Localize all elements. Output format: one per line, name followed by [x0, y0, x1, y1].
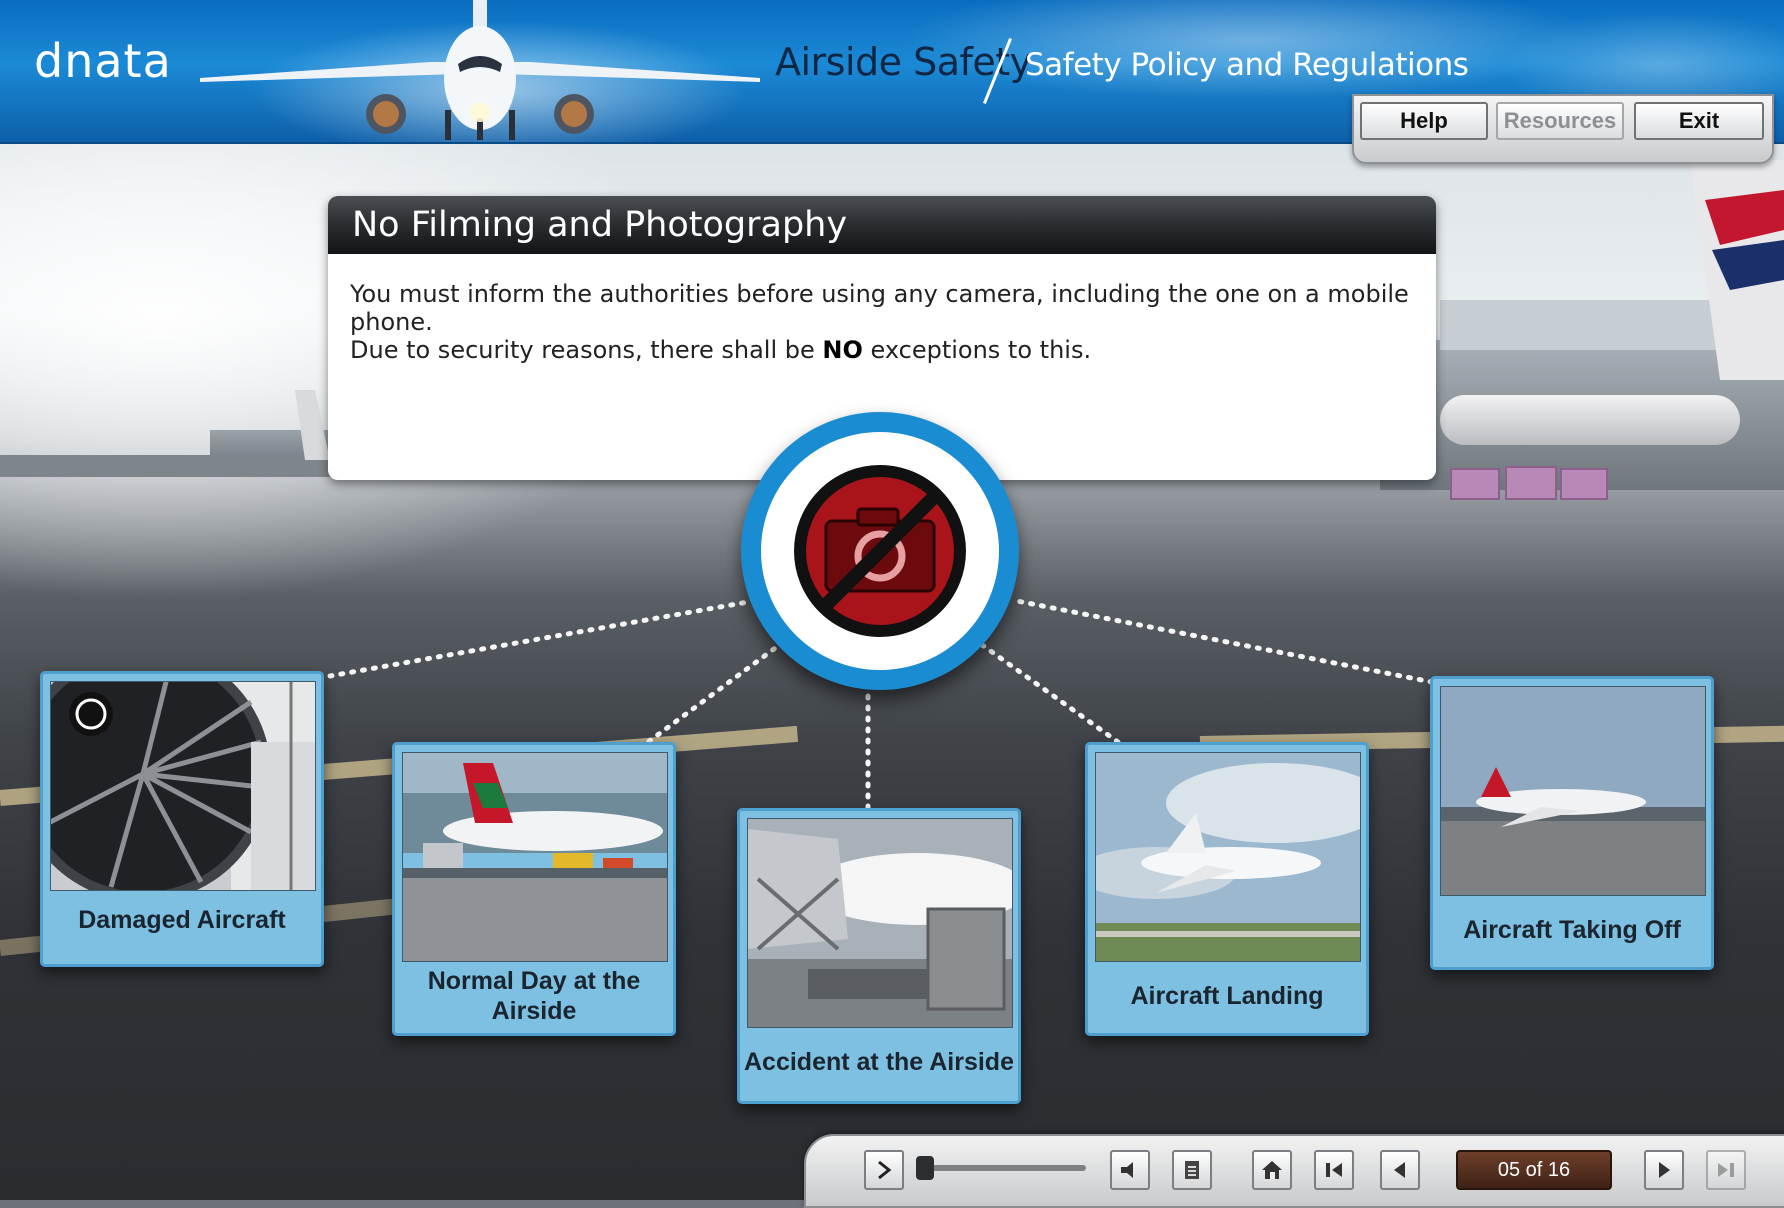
play-button[interactable] [864, 1150, 904, 1190]
card-label: Normal Day at the Airside [427, 967, 641, 1025]
player-control-bar: 05 of 16 [804, 1134, 1784, 1208]
home-button[interactable] [1252, 1150, 1292, 1190]
seek-knob[interactable] [916, 1156, 934, 1180]
last-page-button[interactable] [1706, 1150, 1746, 1190]
aircraft-landing-image [1095, 752, 1361, 962]
transcript-button[interactable] [1172, 1150, 1212, 1190]
skip-back-icon [1326, 1163, 1342, 1177]
arrow-right-icon [1659, 1162, 1670, 1178]
volume-button[interactable] [1110, 1150, 1150, 1190]
page-indicator: 05 of 16 [1456, 1150, 1612, 1190]
card-label: Damaged Aircraft [78, 906, 286, 934]
previous-button[interactable] [1380, 1150, 1420, 1190]
next-button[interactable] [1644, 1150, 1684, 1190]
card-label: Aircraft Taking Off [1463, 916, 1681, 944]
normal-day-image [402, 752, 668, 962]
card-label: Aircraft Landing [1130, 982, 1324, 1010]
home-icon [1262, 1161, 1282, 1179]
seek-track[interactable] [916, 1165, 1086, 1171]
play-icon [878, 1160, 892, 1180]
card-aircraft-landing[interactable]: Aircraft Landing [1085, 742, 1369, 1036]
card-damaged-aircraft[interactable]: Damaged Aircraft [40, 671, 324, 967]
card-aircraft-taking-off[interactable]: Aircraft Taking Off [1430, 676, 1714, 970]
no-camera-icon [794, 465, 966, 637]
first-page-button[interactable] [1314, 1150, 1354, 1190]
card-normal-day[interactable]: Normal Day at the Airside [392, 742, 676, 1036]
accident-image [747, 818, 1013, 1028]
aircraft-taking-off-image [1440, 686, 1706, 896]
card-label: Accident at the Airside [744, 1048, 1014, 1076]
skip-forward-icon [1718, 1163, 1734, 1177]
no-filming-hub [741, 412, 1019, 690]
card-accident[interactable]: Accident at the Airside [737, 808, 1021, 1104]
speaker-icon [1121, 1162, 1133, 1178]
damaged-aircraft-image [50, 681, 316, 891]
document-icon [1185, 1161, 1199, 1179]
arrow-left-icon [1394, 1162, 1405, 1178]
